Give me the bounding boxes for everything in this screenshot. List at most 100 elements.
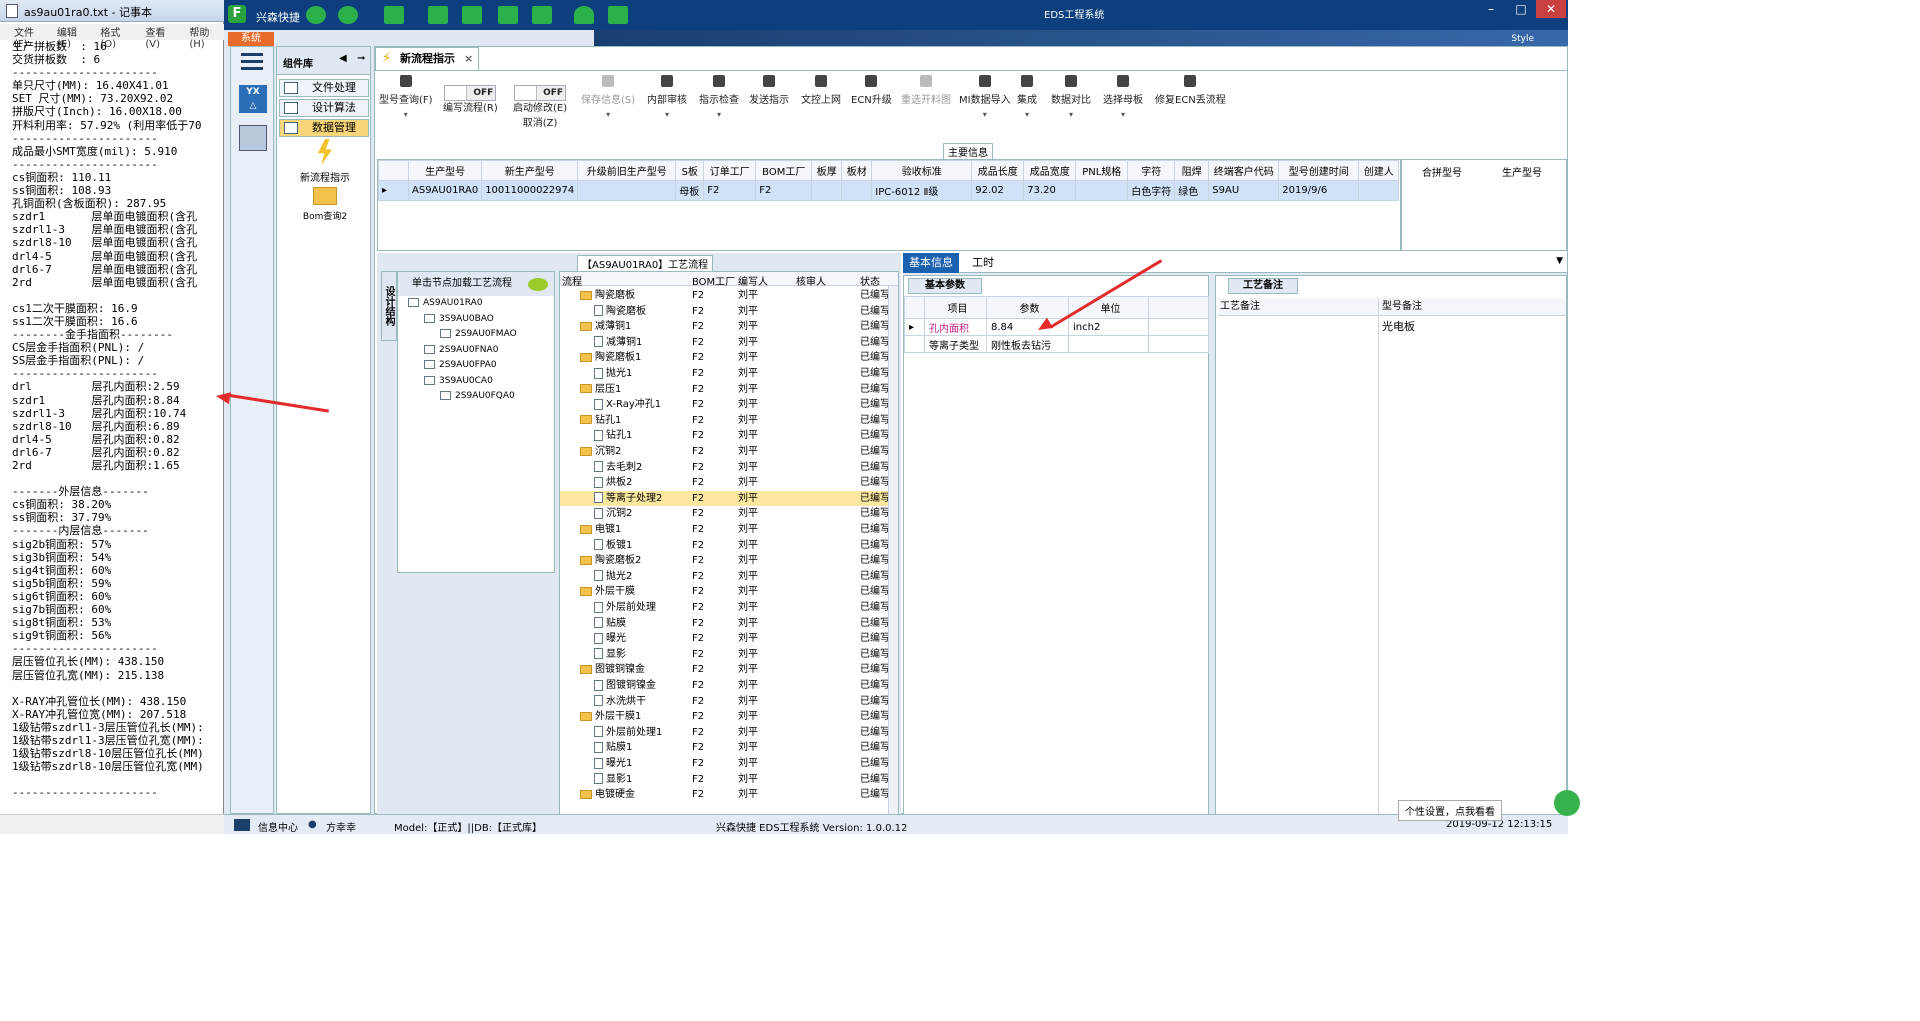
close-tab-icon[interactable]: × <box>464 48 473 70</box>
flow-row[interactable]: 烘板2 F2 刘平 已编写 <box>560 475 890 491</box>
column-header[interactable]: 生产型号 <box>407 160 483 181</box>
toolbar-button-11[interactable]: 集成 ▾ <box>1017 75 1037 119</box>
quick-copy-icon[interactable] <box>498 6 518 24</box>
param-value[interactable]: 刚性板去钻污 <box>986 335 1069 353</box>
network-speed-badge[interactable] <box>1554 790 1580 816</box>
table-cell[interactable]: 2019/9/6 <box>1278 180 1360 201</box>
column-header[interactable]: 终端客户代码 <box>1208 160 1280 181</box>
column-header[interactable]: 新生产型号 <box>481 160 579 181</box>
flow-row[interactable]: 去毛刺2 F2 刘平 已编写 <box>560 460 890 476</box>
quick-grid-icon[interactable] <box>532 6 552 24</box>
nav-item-design-algorithm[interactable]: 设计算法 <box>279 99 369 117</box>
column-header[interactable]: 工艺备注 <box>1218 298 1378 316</box>
table-cell[interactable]: F2 <box>703 180 757 201</box>
column-header[interactable]: 订单工厂 <box>703 160 757 181</box>
flow-row[interactable]: 显影 F2 刘平 已编写 <box>560 647 890 663</box>
flow-row[interactable]: 显影1 F2 刘平 已编写 <box>560 772 890 788</box>
column-header[interactable]: 参数 <box>986 296 1069 319</box>
column-header[interactable]: S板 <box>675 160 705 181</box>
flow-row[interactable]: 陶瓷磨板1 F2 刘平 已编写 <box>560 350 890 366</box>
menu-icon[interactable] <box>241 53 263 71</box>
flow-row[interactable]: 层压1 F2 刘平 已编写 <box>560 382 890 398</box>
toolbar-button-8[interactable]: ECN升级 <box>851 75 892 106</box>
design-structure-tab[interactable]: 设计结构 <box>381 271 397 341</box>
table-cell[interactable] <box>811 180 843 201</box>
table-cell[interactable] <box>1075 180 1129 201</box>
collapse-arrow-icon[interactable]: ◀ <box>339 53 347 64</box>
table-cell[interactable]: S9AU <box>1208 180 1280 201</box>
dropdown-arrow-icon[interactable]: ▾ <box>379 110 433 119</box>
component-new-flow[interactable]: 新流程指示 <box>295 139 355 184</box>
column-header[interactable]: 阻焊 <box>1174 160 1210 181</box>
column-header[interactable]: 字符 <box>1127 160 1176 181</box>
flow-row[interactable]: 抛光2 F2 刘平 已编写 <box>560 569 890 585</box>
flow-row[interactable]: 减薄铜1 F2 刘平 已编写 <box>560 319 890 335</box>
flow-row[interactable]: 减薄铜1 F2 刘平 已编写 <box>560 335 890 351</box>
toolbar-button-2[interactable]: OFF 启动修改(E) 取消(Z) <box>513 73 567 129</box>
table-cell[interactable]: 10011000022974 <box>481 180 579 201</box>
quick-cut-icon[interactable] <box>428 6 448 24</box>
flow-row[interactable]: 沉铜2 F2 刘平 已编写 <box>560 506 890 522</box>
flow-row[interactable]: 贴膜1 F2 刘平 已编写 <box>560 740 890 756</box>
toolbar-button-4[interactable]: 内部审核 ▾ <box>647 75 687 119</box>
notepad-horizontal-scrollbar[interactable] <box>0 814 224 834</box>
column-header[interactable]: 成品长度 <box>971 160 1025 181</box>
process-notes-tab[interactable]: 工艺备注 <box>1228 278 1298 294</box>
toolbar-button-5[interactable]: 指示检查 ▾ <box>699 75 739 119</box>
toggle-switch[interactable]: OFF <box>444 85 497 101</box>
close-button[interactable]: ✕ <box>1536 0 1566 18</box>
minimize-button[interactable]: – <box>1476 0 1506 18</box>
flow-row[interactable]: 抛光1 F2 刘平 已编写 <box>560 366 890 382</box>
flow-row[interactable]: 沉铜2 F2 刘平 已编写 <box>560 444 890 460</box>
flow-vertical-scrollbar[interactable] <box>888 286 898 814</box>
personal-settings-tooltip[interactable]: 个性设置，点我看看 <box>1398 800 1502 821</box>
flow-row[interactable]: 板镀1 F2 刘平 已编写 <box>560 538 890 554</box>
column-header[interactable]: BOM工厂 <box>755 160 813 181</box>
menu-help[interactable]: 帮助(H) <box>189 24 224 50</box>
flow-row[interactable]: 电镀1 F2 刘平 已编写 <box>560 522 890 538</box>
table-cell[interactable] <box>577 180 677 201</box>
flow-row[interactable]: 图镀铜镍金 F2 刘平 已编写 <box>560 662 890 678</box>
flow-row[interactable]: 水洗烘干 F2 刘平 已编写 <box>560 694 890 710</box>
column-header[interactable]: 板材 <box>841 160 873 181</box>
column-header[interactable]: 成品宽度 <box>1023 160 1077 181</box>
nav-item-data-management[interactable]: 数据管理 <box>279 119 369 137</box>
tree-node[interactable]: AS9AU01RA0 <box>398 298 554 314</box>
tree-node[interactable]: 3S9AU0BAO <box>398 313 554 330</box>
column-header[interactable]: 合拼型号 <box>1422 164 1462 179</box>
flow-row[interactable]: 陶瓷磨板 F2 刘平 已编写 <box>560 288 890 304</box>
toolbar-button-1[interactable]: OFF 编写流程(R) <box>443 73 498 114</box>
flow-row[interactable]: X-Ray冲孔1 F2 刘平 已编写 <box>560 397 890 413</box>
flow-row[interactable]: 贴膜 F2 刘平 已编写 <box>560 616 890 632</box>
table-cell[interactable]: AS9AU01RA0 <box>407 180 483 201</box>
quick-table-icon[interactable] <box>384 6 404 24</box>
table-cell[interactable] <box>1358 180 1400 201</box>
flow-row[interactable]: 陶瓷磨板 F2 刘平 已编写 <box>560 304 890 320</box>
menu-format[interactable]: 格式(O) <box>100 24 135 50</box>
component-bom-query[interactable]: Bom查询2 <box>295 187 355 222</box>
table-cell[interactable]: 绿色 <box>1174 180 1210 201</box>
flow-row[interactable]: 外层前处理1 F2 刘平 已编写 <box>560 725 890 741</box>
info-center[interactable]: 信息中心 <box>258 819 298 834</box>
tab-work-hours[interactable]: 工时 <box>963 253 1003 273</box>
quick-settings-icon[interactable] <box>338 6 358 24</box>
flow-row[interactable]: 曝光 F2 刘平 已编写 <box>560 631 890 647</box>
tree-node[interactable]: 2S9AU0FQA0 <box>398 391 554 407</box>
flow-row[interactable]: 图镀铜镍金 F2 刘平 已编写 <box>560 678 890 694</box>
tabs-dropdown-icon[interactable]: ▼ <box>1556 256 1563 266</box>
dropdown-arrow-icon[interactable]: ▾ <box>1103 110 1143 119</box>
model-note-value[interactable]: 光电板 <box>1382 318 1415 334</box>
yx-module-icon[interactable]: YX △ <box>239 85 267 113</box>
column-header[interactable]: 生产型号 <box>1502 164 1542 179</box>
table-cell[interactable]: 92.02 <box>971 180 1025 201</box>
toggle-switch[interactable]: OFF <box>514 85 567 101</box>
table-cell[interactable]: 白色字符 <box>1127 180 1176 201</box>
flow-row[interactable]: 电镀硬金 F2 刘平 已编写 <box>560 787 890 803</box>
tree-node[interactable]: 2S9AU0FMAO <box>398 329 554 345</box>
maximize-button[interactable]: □ <box>1506 0 1536 18</box>
flow-row[interactable]: 钻孔1 F2 刘平 已编写 <box>560 413 890 429</box>
column-header[interactable]: 型号备注 <box>1380 298 1566 316</box>
toolbar-button-7[interactable]: 文控上网 <box>801 75 841 106</box>
table-row[interactable]: ▸ AS9AU01RA0 10011000022974 母板 F2 F2 IPC-6012 … <box>378 180 1400 201</box>
quick-user-icon[interactable] <box>574 6 594 24</box>
